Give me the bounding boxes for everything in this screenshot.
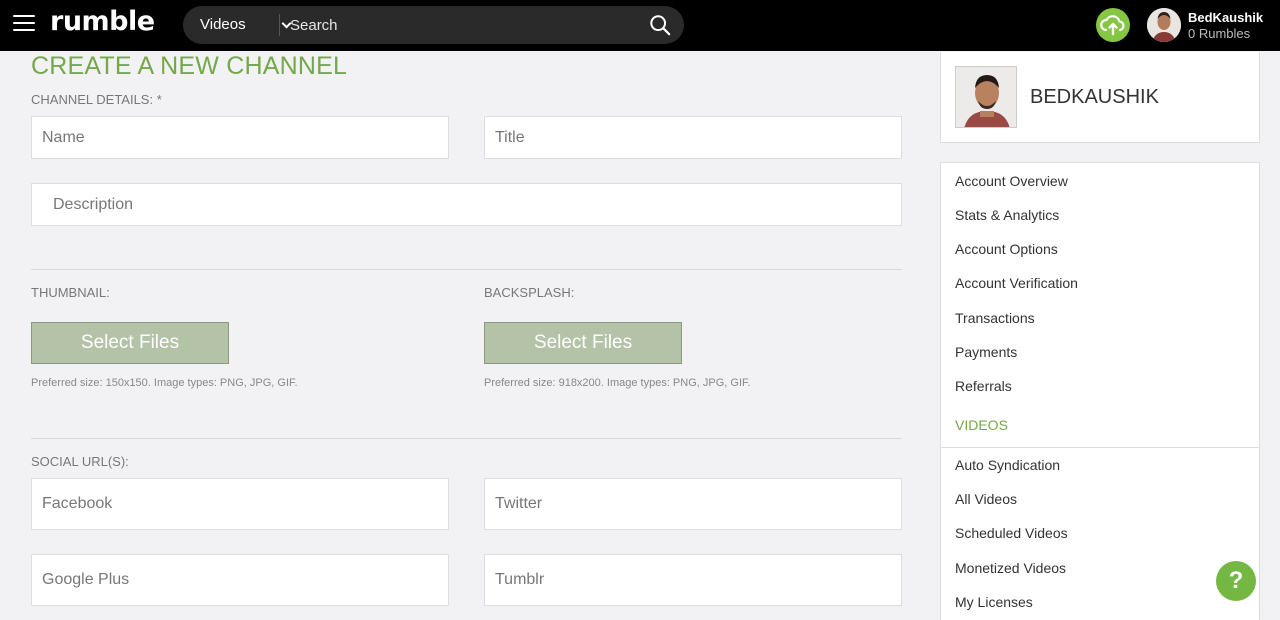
menu-item-scheduled-videos[interactable]: Scheduled Videos	[955, 525, 1068, 541]
menu-item-stats-analytics[interactable]: Stats & Analytics	[955, 207, 1059, 223]
search-bar: Videos	[183, 6, 684, 44]
menu-item-account-verification[interactable]: Account Verification	[955, 275, 1078, 291]
menu-item-auto-syndication[interactable]: Auto Syndication	[955, 457, 1060, 473]
tumblr-field[interactable]	[484, 554, 902, 606]
channel-details-label: CHANNEL DETAILS: *	[31, 92, 162, 107]
name-field[interactable]	[31, 116, 449, 159]
social-urls-label: SOCIAL URL(S):	[31, 454, 129, 469]
menu-item-account-overview[interactable]: Account Overview	[955, 173, 1068, 189]
search-category-dropdown[interactable]: Videos	[200, 6, 292, 44]
menu-item-all-videos[interactable]: All Videos	[955, 491, 1017, 507]
menu-item-referrals[interactable]: Referrals	[955, 378, 1012, 394]
search-divider	[279, 14, 280, 36]
avatar-image	[1147, 8, 1181, 42]
profile-image	[956, 67, 1016, 127]
title-field[interactable]	[484, 116, 902, 159]
section-divider	[31, 438, 902, 439]
videos-heading: VIDEOS	[955, 417, 1008, 433]
thumbnail-hint: Preferred size: 150x150. Image types: PN…	[31, 377, 298, 389]
menu-item-monetized-videos[interactable]: Monetized Videos	[955, 560, 1066, 576]
menu-item-account-options[interactable]: Account Options	[955, 241, 1058, 257]
thumbnail-select-files-button[interactable]: Select Files	[31, 322, 229, 364]
search-icon[interactable]	[649, 14, 671, 36]
menu-item-transactions[interactable]: Transactions	[955, 310, 1035, 326]
search-input[interactable]	[290, 6, 630, 44]
cloud-upload-icon	[1100, 15, 1125, 36]
backsplash-select-files-button[interactable]: Select Files	[484, 322, 682, 364]
search-category-label: Videos	[200, 16, 246, 33]
hamburger-menu-icon[interactable]	[13, 15, 35, 33]
top-navbar: rumble Videos BedKaushik 0 Rumbles	[0, 0, 1280, 51]
account-menu: Account Overview Stats & Analytics Accou…	[940, 162, 1260, 620]
help-button[interactable]: ?	[1216, 561, 1256, 601]
backsplash-hint: Preferred size: 918x200. Image types: PN…	[484, 377, 751, 389]
rumbles-count: 0 Rumbles	[1188, 26, 1251, 41]
facebook-field[interactable]	[31, 478, 449, 530]
rumble-logo[interactable]: rumble	[50, 6, 155, 37]
menu-item-payments[interactable]: Payments	[955, 344, 1017, 360]
user-avatar[interactable]	[1147, 8, 1181, 42]
upload-button[interactable]	[1096, 8, 1130, 42]
thumbnail-label: THUMBNAIL:	[31, 285, 110, 300]
menu-item-my-licenses[interactable]: My Licenses	[955, 594, 1033, 610]
menu-divider	[941, 447, 1259, 448]
profile-card: BEDKAUSHIK	[940, 52, 1260, 143]
profile-name[interactable]: BEDKAUSHIK	[1030, 86, 1159, 109]
section-divider	[31, 269, 902, 270]
description-field[interactable]	[31, 183, 902, 226]
backsplash-label: BACKSPLASH:	[484, 285, 575, 300]
header-username[interactable]: BedKaushik	[1188, 10, 1263, 25]
twitter-field[interactable]	[484, 478, 902, 530]
google-plus-field[interactable]	[31, 554, 449, 606]
profile-picture[interactable]	[955, 66, 1017, 128]
page-title: CREATE A NEW CHANNEL	[31, 52, 348, 80]
